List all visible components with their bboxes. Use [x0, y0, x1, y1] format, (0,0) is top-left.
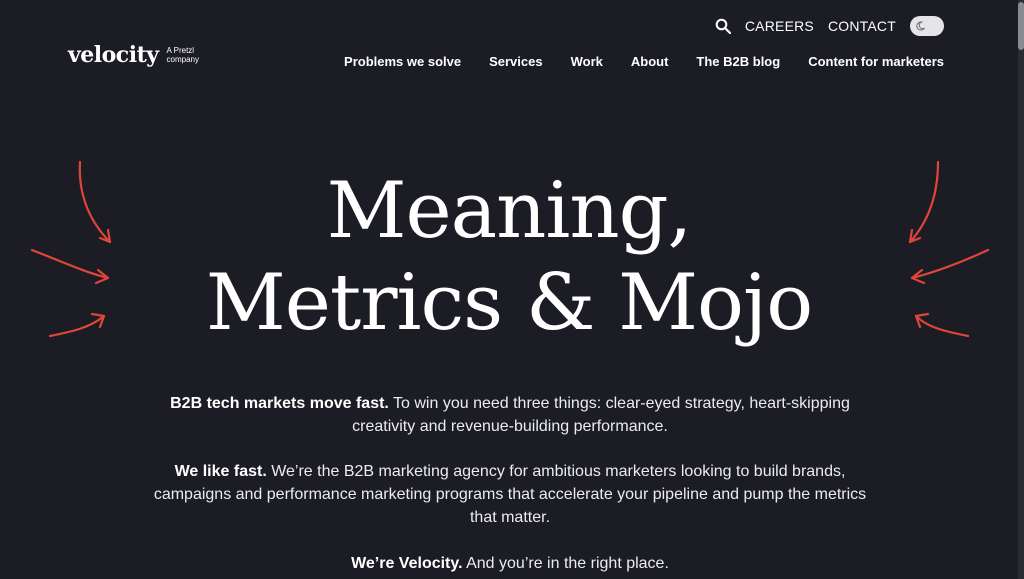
hero-title-line2: Metrics & Mojo — [205, 258, 813, 348]
search-icon[interactable] — [715, 18, 731, 35]
nav-item-work[interactable]: Work — [571, 54, 603, 69]
hero-title: Meaning, Metrics & Mojo — [0, 165, 1018, 349]
nav-item-problems-we-solve[interactable]: Problems we solve — [344, 54, 461, 69]
nav-item-about[interactable]: About — [631, 54, 669, 69]
moon-icon — [913, 19, 927, 33]
intro-p2-bold: We like fast. — [174, 463, 267, 480]
nav-item-content-for-marketers[interactable]: Content for marketers — [808, 54, 944, 69]
intro-p1-text: To win you need three things: clear-eyed… — [352, 395, 850, 435]
theme-toggle[interactable] — [910, 16, 944, 36]
logo-tagline-line2: company — [166, 55, 199, 64]
logo-tagline: A Pretzl company — [167, 46, 199, 64]
site-logo[interactable]: velocity A Pretzl company — [68, 44, 199, 66]
intro-p3-bold: We’re Velocity. — [351, 555, 463, 572]
contact-link[interactable]: CONTACT — [828, 18, 896, 34]
utility-nav: CAREERS CONTACT — [715, 16, 944, 36]
intro-paragraph-3: We’re Velocity. And you’re in the right … — [140, 552, 880, 575]
logo-wordmark: velocity — [68, 42, 159, 68]
intro-paragraph-1: B2B tech markets move fast. To win you n… — [140, 392, 880, 438]
scrollbar[interactable] — [1018, 0, 1024, 579]
nav-item-services[interactable]: Services — [489, 54, 543, 69]
intro-p1-bold: B2B tech markets move fast. — [170, 395, 389, 412]
intro-paragraph-2: We like fast. We’re the B2B marketing ag… — [140, 460, 880, 529]
intro-p3-text: And you’re in the right place. — [462, 555, 669, 572]
scrollbar-thumb[interactable] — [1018, 2, 1024, 50]
careers-link[interactable]: CAREERS — [745, 18, 814, 34]
hero-title-line1: Meaning, — [326, 166, 693, 256]
main-nav: Problems we solve Services Work About Th… — [344, 54, 944, 69]
logo-tagline-line1: A Pretzl — [166, 46, 195, 55]
nav-item-b2b-blog[interactable]: The B2B blog — [696, 54, 780, 69]
